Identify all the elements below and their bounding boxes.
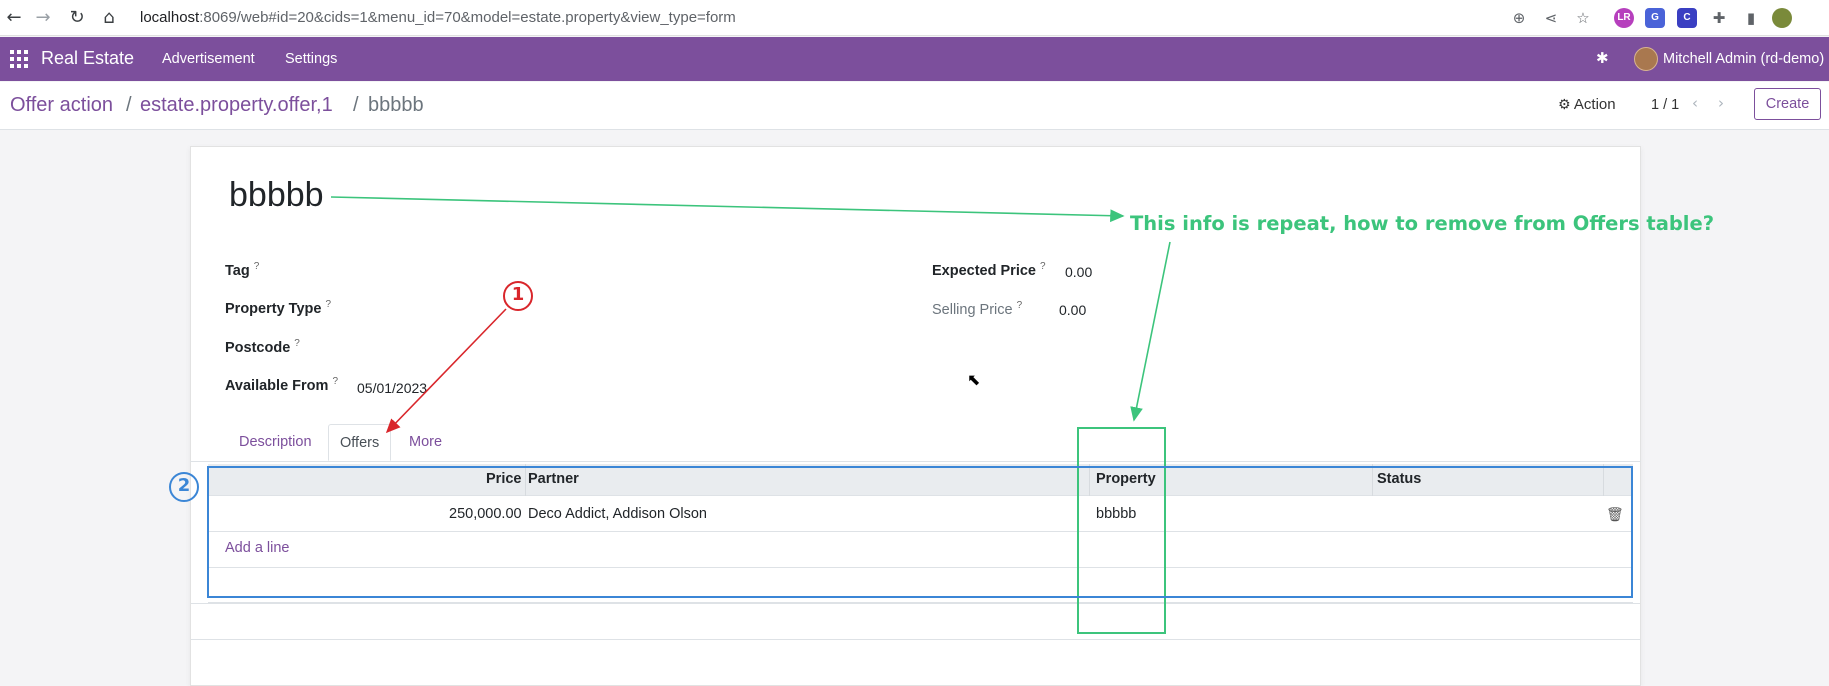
pager-next-icon[interactable]: ›	[1718, 94, 1724, 112]
column-divider	[1089, 464, 1090, 496]
control-panel: Offer action / estate.property.offer,1 /…	[0, 82, 1829, 130]
help-icon[interactable]: ?	[332, 376, 338, 387]
tag-label-text: Tag	[225, 262, 250, 279]
expected-price-field[interactable]: 0.00	[1065, 264, 1092, 280]
url-path: :8069/web#id=20&cids=1&menu_id=70&model=…	[199, 9, 736, 26]
extension-c-icon[interactable]: C	[1677, 8, 1697, 28]
browser-toolbar: ← → ↻ ⌂ localhost:8069/web#id=20&cids=1&…	[0, 0, 1829, 36]
marker-1-label: 1	[511, 284, 525, 305]
tabs-underline	[190, 461, 1641, 462]
column-header-price[interactable]: Price	[486, 471, 521, 487]
offers-table-header: Price Partner Property Status	[208, 464, 1633, 496]
sheet-divider	[191, 603, 1640, 604]
forward-icon[interactable]: →	[31, 6, 55, 30]
user-menu[interactable]: Mitchell Admin (rd-demo)	[1663, 51, 1824, 67]
reload-icon[interactable]: ↻	[65, 6, 89, 30]
action-menu-button[interactable]: ⚙ Action	[1558, 96, 1616, 113]
field-label-expected-price: Expected Price ?	[932, 261, 1046, 279]
offer-property-cell[interactable]: bbbbb	[1096, 506, 1136, 522]
column-divider	[1372, 464, 1373, 496]
back-icon[interactable]: ←	[2, 6, 26, 30]
column-header-partner[interactable]: Partner	[528, 471, 579, 487]
field-label-postcode: Postcode ?	[225, 338, 300, 356]
add-line-row	[208, 533, 1633, 568]
selling-price-label-text: Selling Price	[932, 301, 1013, 318]
field-label-property-type: Property Type ?	[225, 299, 331, 317]
extension-lr-icon[interactable]: LR	[1614, 8, 1634, 28]
help-icon[interactable]: ?	[1040, 261, 1046, 272]
help-icon[interactable]: ?	[254, 261, 260, 272]
breadcrumb-separator: /	[353, 94, 359, 116]
menu-settings[interactable]: Settings	[285, 51, 337, 67]
gear-icon: ⚙	[1558, 97, 1571, 113]
pager-value[interactable]: 1 / 1	[1651, 97, 1679, 113]
column-divider	[525, 464, 526, 496]
empty-table-row	[208, 569, 1633, 603]
selling-price-field: 0.00	[1059, 302, 1087, 318]
postcode-label-text: Postcode	[225, 339, 291, 356]
menu-advertisement[interactable]: Advertisement	[162, 51, 255, 67]
delete-row-trash-icon[interactable]: 🗑	[1606, 507, 1624, 523]
apps-menu-icon[interactable]	[10, 50, 28, 68]
field-label-available-from: Available From ?	[225, 376, 338, 394]
help-icon[interactable]: ?	[1017, 300, 1023, 311]
column-divider	[1603, 464, 1604, 496]
address-bar[interactable]: localhost:8069/web#id=20&cids=1&menu_id=…	[140, 9, 736, 26]
available-from-label-text: Available From	[225, 377, 329, 394]
column-header-status[interactable]: Status	[1377, 471, 1421, 487]
pager-previous-icon[interactable]: ‹	[1692, 94, 1698, 112]
side-panel-icon[interactable]: ▮	[1741, 8, 1761, 28]
breadcrumb-offer-action[interactable]: Offer action	[10, 94, 113, 117]
field-label-tag: Tag ?	[225, 261, 259, 279]
breadcrumb-offer-record[interactable]: estate.property.offer,1	[140, 94, 333, 117]
create-button[interactable]: Create	[1754, 88, 1821, 120]
field-label-selling-price: Selling Price ?	[932, 300, 1022, 318]
breadcrumb-separator: /	[126, 94, 132, 116]
app-navbar: Real Estate Advertisement Settings ✱ Mit…	[0, 37, 1829, 81]
home-icon[interactable]: ⌂	[97, 6, 121, 30]
debug-bug-icon[interactable]: ✱	[1596, 49, 1609, 67]
tab-offers[interactable]: Offers	[328, 424, 392, 461]
offer-price-cell[interactable]: 250,000.00	[449, 506, 522, 522]
action-label: Action	[1573, 96, 1616, 113]
tab-more-info[interactable]: More Info	[398, 424, 453, 486]
translate-extension-icon[interactable]: G	[1645, 8, 1665, 28]
marker-2-label: 2	[177, 475, 191, 496]
breadcrumb-current: bbbbb	[368, 94, 424, 116]
available-from-field[interactable]: 05/01/2023	[357, 380, 427, 396]
url-host: localhost	[140, 9, 200, 26]
user-avatar[interactable]	[1634, 47, 1658, 71]
zoom-icon[interactable]: ⊕	[1509, 8, 1529, 28]
table-row[interactable]: 250,000.00 Deco Addict, Addison Olson bb…	[208, 497, 1633, 532]
extensions-puzzle-icon[interactable]: ✚	[1709, 8, 1729, 28]
add-a-line-link[interactable]: Add a line	[225, 540, 290, 556]
column-header-property[interactable]: Property	[1096, 471, 1156, 487]
profile-avatar-icon[interactable]	[1772, 8, 1792, 28]
offer-partner-cell[interactable]: Deco Addict, Addison Olson	[528, 506, 707, 522]
share-icon[interactable]: ⋖	[1541, 8, 1561, 28]
mouse-cursor-icon: ⬉	[967, 370, 981, 389]
help-icon[interactable]: ?	[294, 338, 300, 349]
help-icon[interactable]: ?	[325, 299, 331, 310]
bookmark-star-icon[interactable]: ☆	[1573, 8, 1593, 28]
app-brand[interactable]: Real Estate	[41, 48, 134, 69]
record-title[interactable]: bbbbb	[229, 176, 324, 215]
sheet-divider	[191, 639, 1640, 640]
expected-price-label-text: Expected Price	[932, 262, 1036, 279]
annotation-note: This info is repeat, how to remove from …	[1130, 212, 1715, 235]
property-type-label-text: Property Type	[225, 300, 322, 317]
tab-description[interactable]: Description	[228, 424, 323, 461]
